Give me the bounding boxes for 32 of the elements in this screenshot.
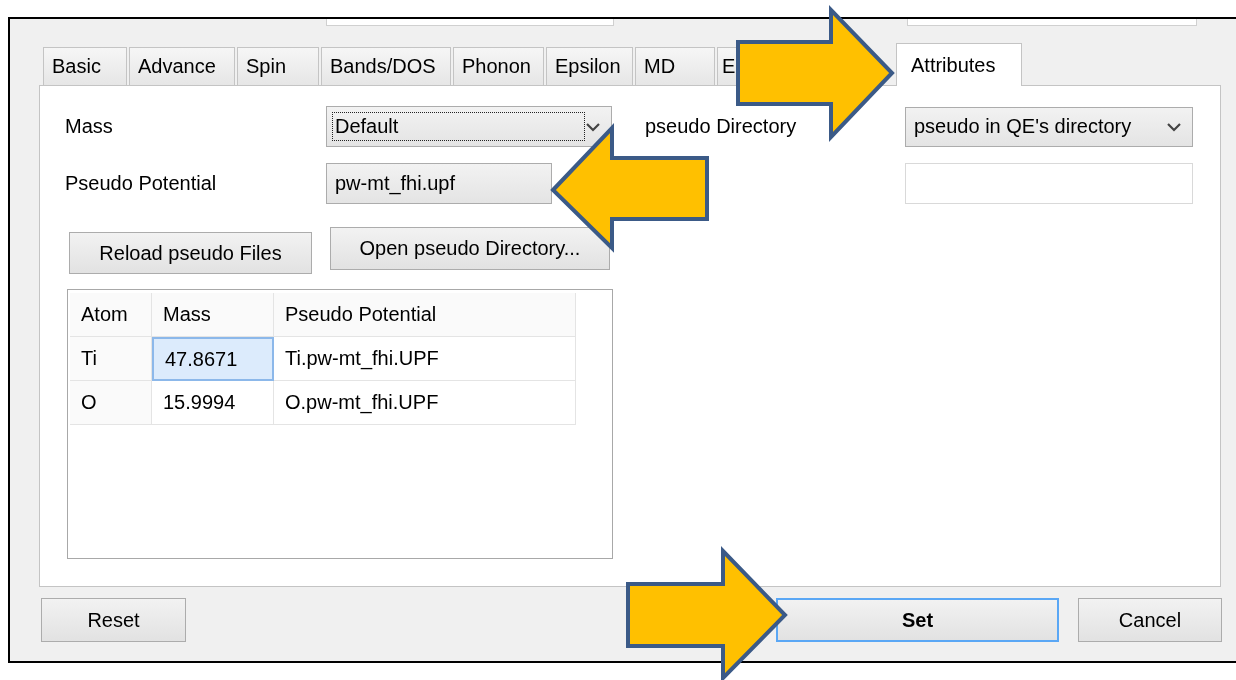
tab[interactable]: Attributes [896,43,1022,86]
button[interactable]: Set [776,598,1059,642]
table-cell[interactable]: Ti.pw-mt_fhi.UPF [274,337,576,381]
input-field[interactable] [907,19,1197,26]
tab[interactable]: Phonon [453,47,544,85]
input-field[interactable] [905,163,1193,204]
table-cell[interactable]: O [70,381,152,425]
table-cell[interactable]: 15.9994 [152,381,274,425]
button[interactable]: Reload pseudo Files [69,232,312,274]
column-header[interactable]: Atom [70,293,152,337]
button[interactable]: Cancel [1078,598,1222,642]
tab[interactable]: Advance [129,47,235,85]
column-header[interactable]: Pseudo Potential [274,293,576,337]
field-label: Mass [65,115,114,138]
button[interactable]: Open pseudo Directory... [330,227,610,270]
field-label: pseudo Directory [645,115,798,138]
dropdown[interactable]: pseudo in QE's directory [905,106,1193,147]
tab[interactable]: Basic [43,47,127,85]
column-header[interactable]: Mass [152,293,274,337]
tab[interactable]: MD [635,47,715,85]
tab[interactable]: Bands/DOS [321,47,451,85]
tab[interactable]: Spin [237,47,319,85]
table-cell[interactable]: Ti [70,337,152,381]
tab[interactable]: Epsilon [546,47,633,85]
field-label: Pseudo Potential [65,172,218,195]
input-field[interactable] [326,19,614,26]
dropdown[interactable]: Default [326,106,612,147]
dropdown[interactable]: pw-mt_fhi.upf [326,163,552,204]
table-cell[interactable]: 47.8671 [152,337,274,381]
table-cell[interactable]: O.pw-mt_fhi.UPF [274,381,576,425]
button[interactable]: Reset [41,598,186,642]
tab[interactable]: E [717,47,737,85]
